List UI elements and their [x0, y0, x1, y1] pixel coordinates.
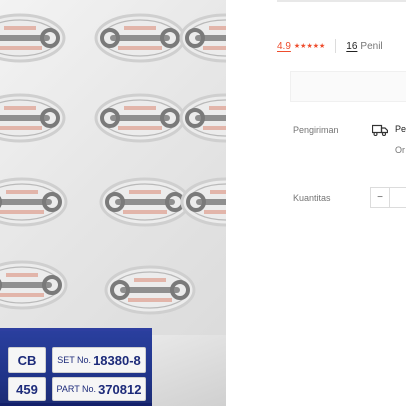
rating-row: 4.9 ★★★★★ 16 Penil [277, 38, 383, 54]
quantity-stepper: − [370, 187, 406, 208]
product-image[interactable]: CB SET No. 18380-8 459 PART No. 370812 [0, 0, 226, 406]
top-divider [277, 0, 406, 2]
part-number-plate: PART No. 370812 [52, 377, 146, 401]
shipping-subtext: Or [395, 145, 405, 155]
shipping-text: Pe [395, 124, 406, 134]
quantity-input[interactable] [390, 188, 406, 207]
truck-icon [372, 124, 388, 136]
cloth-background [150, 335, 226, 406]
reviews-label: Penil [360, 40, 383, 52]
box-brand: CB [8, 347, 46, 373]
shipping-label: Pengiriman [293, 125, 339, 135]
quantity-decrease-button[interactable]: − [371, 188, 390, 207]
price-box [290, 71, 406, 102]
rating-score[interactable]: 4.9 [277, 41, 291, 52]
gasket-box: CB SET No. 18380-8 459 PART No. 370812 [0, 328, 152, 406]
star-rating-icon: ★★★★★ [293, 43, 326, 50]
reviews-count[interactable]: 16 [346, 41, 357, 52]
box-code: 459 [8, 377, 46, 401]
set-number-plate: SET No. 18380-8 [52, 347, 146, 373]
product-detail-panel: 4.9 ★★★★★ 16 Penil Pengiriman Pe Or Kuan… [277, 0, 406, 406]
quantity-label: Kuantitas [293, 193, 331, 203]
rating-divider [335, 39, 337, 53]
